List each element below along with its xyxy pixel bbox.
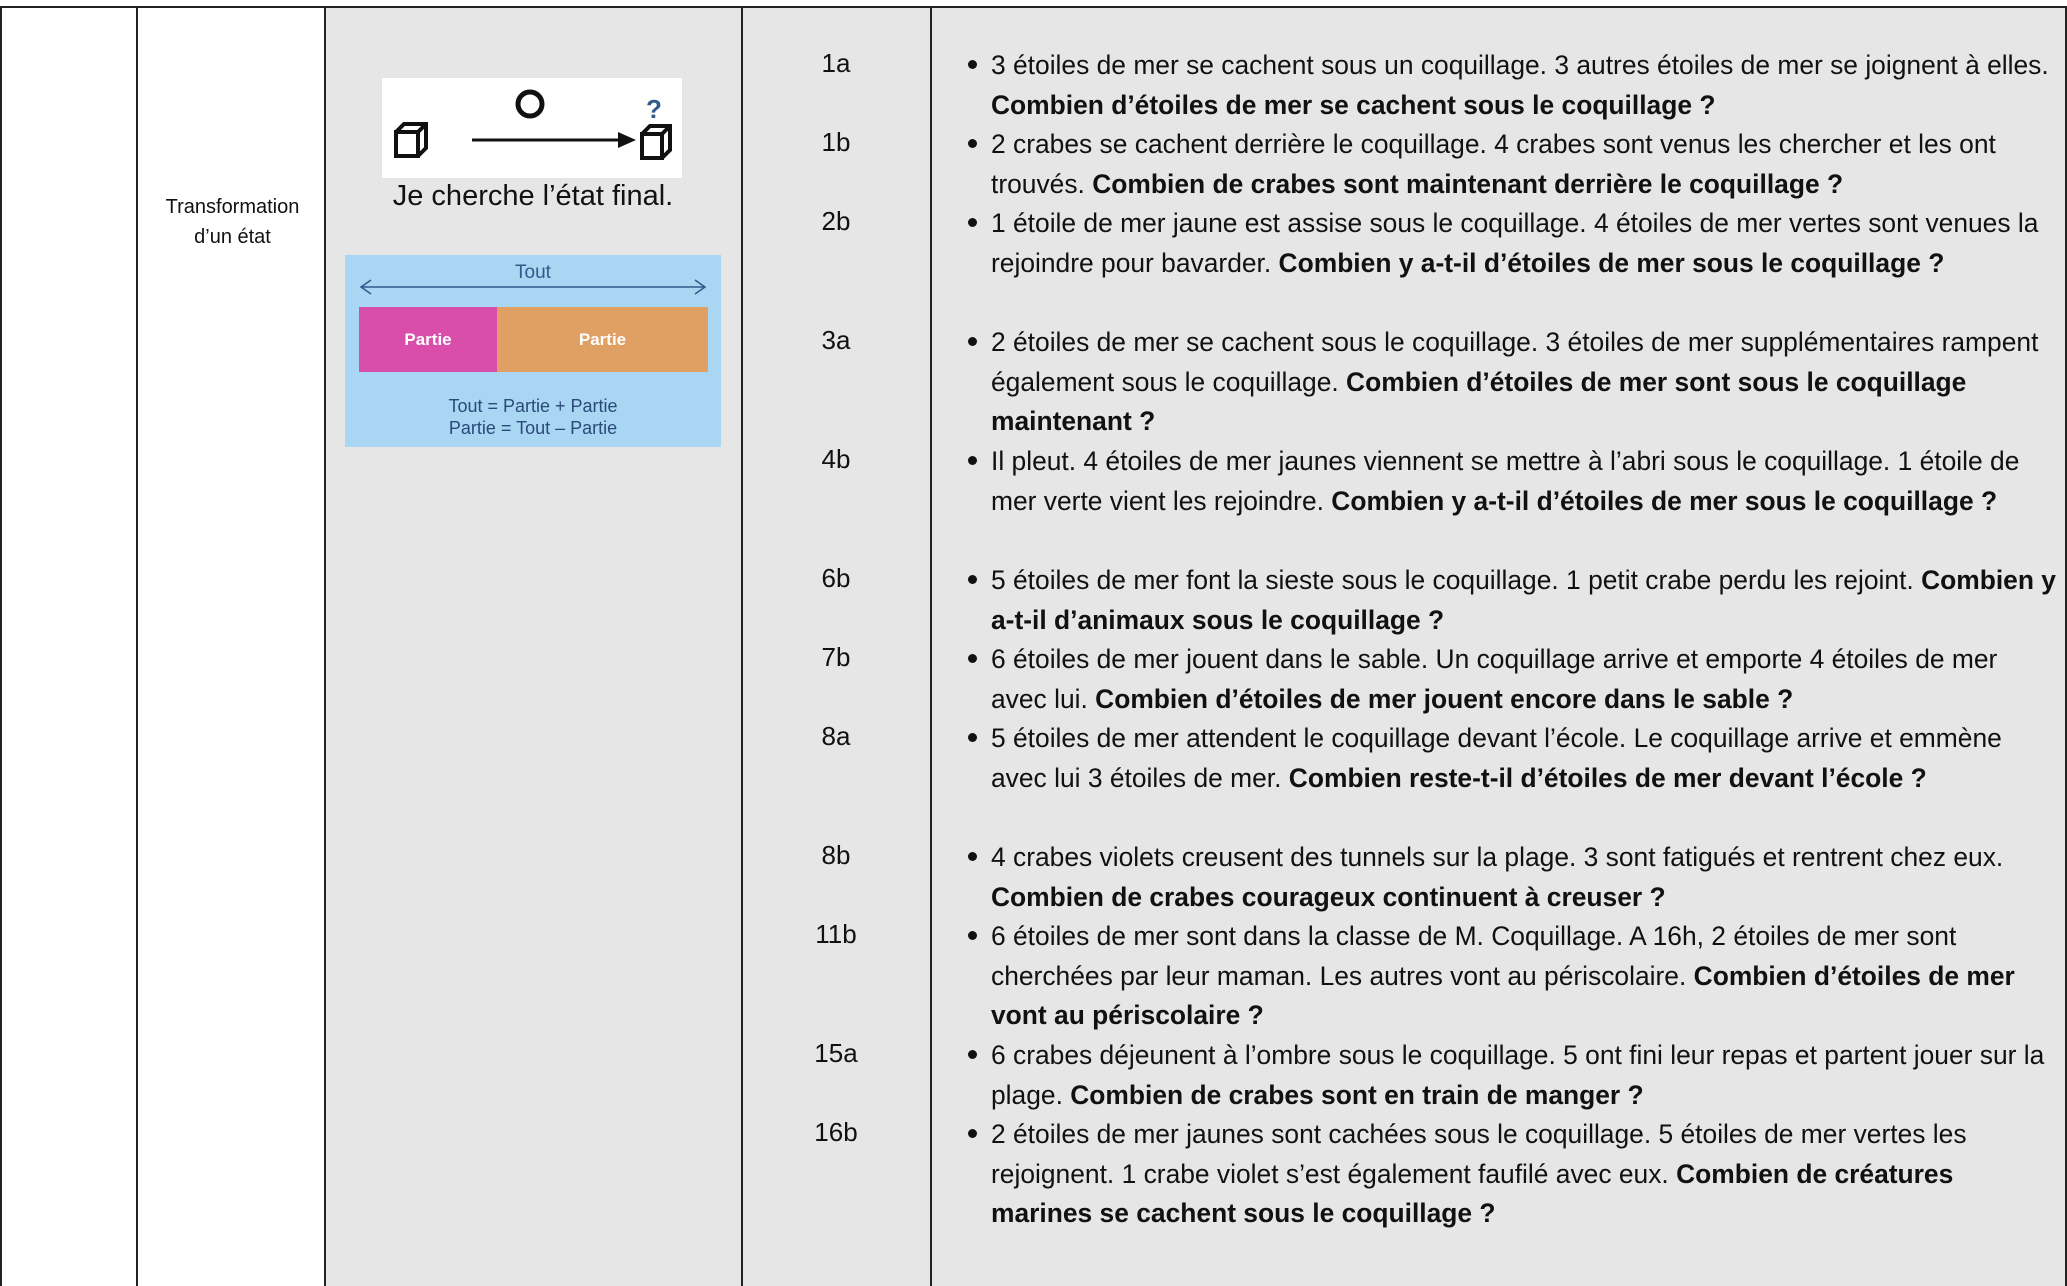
transformation-schema: ? bbox=[382, 78, 682, 178]
problem-id: 8a bbox=[821, 721, 851, 751]
problem-text: 3 étoiles de mer se cachent sous un coqu… bbox=[991, 50, 2049, 80]
bullet-icon bbox=[968, 337, 977, 346]
problem-id: 15a bbox=[814, 1038, 858, 1068]
problem-id: 8b bbox=[821, 840, 851, 870]
problem-question: Combien de crabes sont en train de mange… bbox=[1070, 1079, 1644, 1110]
problem-id: 7b bbox=[821, 642, 851, 672]
problem-text: 4 crabes violets creusent des tunnels su… bbox=[991, 842, 2004, 872]
initial-state-icon bbox=[394, 122, 428, 158]
part-bar-left: Partie bbox=[359, 307, 497, 372]
problem-id: 3a bbox=[821, 325, 851, 355]
question-mark: ? bbox=[646, 94, 662, 124]
formula: Tout = Partie + Partie Partie = Tout – P… bbox=[345, 395, 721, 439]
bullet-icon bbox=[968, 931, 977, 940]
bullet-icon bbox=[968, 1129, 977, 1138]
bullet-icon bbox=[968, 218, 977, 227]
arrow-icon bbox=[472, 132, 636, 148]
problem-question: Combien d’étoiles de mer jouent encore d… bbox=[1095, 683, 1794, 714]
problem-id: 11b bbox=[815, 919, 857, 949]
problem-question: Combien de crabes courageux continuent à… bbox=[991, 881, 1666, 912]
category-line-1: Transformation bbox=[165, 196, 300, 218]
transformation-circle-icon bbox=[515, 89, 545, 119]
problem-question: Combien y a-t-il d’étoiles de mer sous l… bbox=[1331, 485, 1998, 516]
formula-line-1: Tout = Partie + Partie bbox=[448, 396, 618, 416]
formula-line-2: Partie = Tout – Partie bbox=[448, 418, 618, 438]
category-column: Transformation d’un état bbox=[136, 6, 325, 1286]
problem-id: 6b bbox=[821, 563, 851, 593]
problem-id: 4b bbox=[821, 444, 851, 474]
bullet-icon bbox=[968, 139, 977, 148]
bullet-icon bbox=[968, 654, 977, 663]
part-bar-right: Partie bbox=[497, 307, 708, 372]
problem-question: Combien d’étoiles de mer se cachent sous… bbox=[991, 89, 1716, 120]
problem-question: Combien de crabes sont maintenant derriè… bbox=[1092, 168, 1844, 199]
bullet-icon bbox=[968, 852, 977, 861]
final-state-icon bbox=[640, 124, 672, 160]
problem-id: 1b bbox=[821, 127, 851, 157]
bullet-icon bbox=[968, 733, 977, 742]
problem-id: 1a bbox=[821, 48, 851, 78]
bullet-icon bbox=[968, 575, 977, 584]
problem-text: 5 étoiles de mer font la sieste sous le … bbox=[991, 565, 1922, 595]
category-line-2: d’un état bbox=[194, 226, 271, 248]
bullet-icon bbox=[968, 456, 977, 465]
schema-caption: Je cherche l’état final. bbox=[392, 180, 674, 212]
problem-question: Combien y a-t-il d’étoiles de mer sous l… bbox=[1278, 247, 1945, 278]
empty-column bbox=[0, 6, 137, 1286]
bullet-icon bbox=[968, 1050, 977, 1059]
part-whole-model: Tout Partie Partie Tout = Partie + Parti… bbox=[345, 255, 721, 447]
problem-id: 16b bbox=[814, 1117, 858, 1147]
double-arrow-icon bbox=[359, 279, 707, 295]
bullet-icon bbox=[968, 60, 977, 69]
problem-question: Combien reste-t-il d’étoiles de mer deva… bbox=[1288, 762, 1927, 793]
problem-id: 2b bbox=[821, 206, 851, 236]
transformation-diagram: ? bbox=[394, 89, 672, 160]
category-label: Transformation d’un état bbox=[138, 192, 327, 252]
